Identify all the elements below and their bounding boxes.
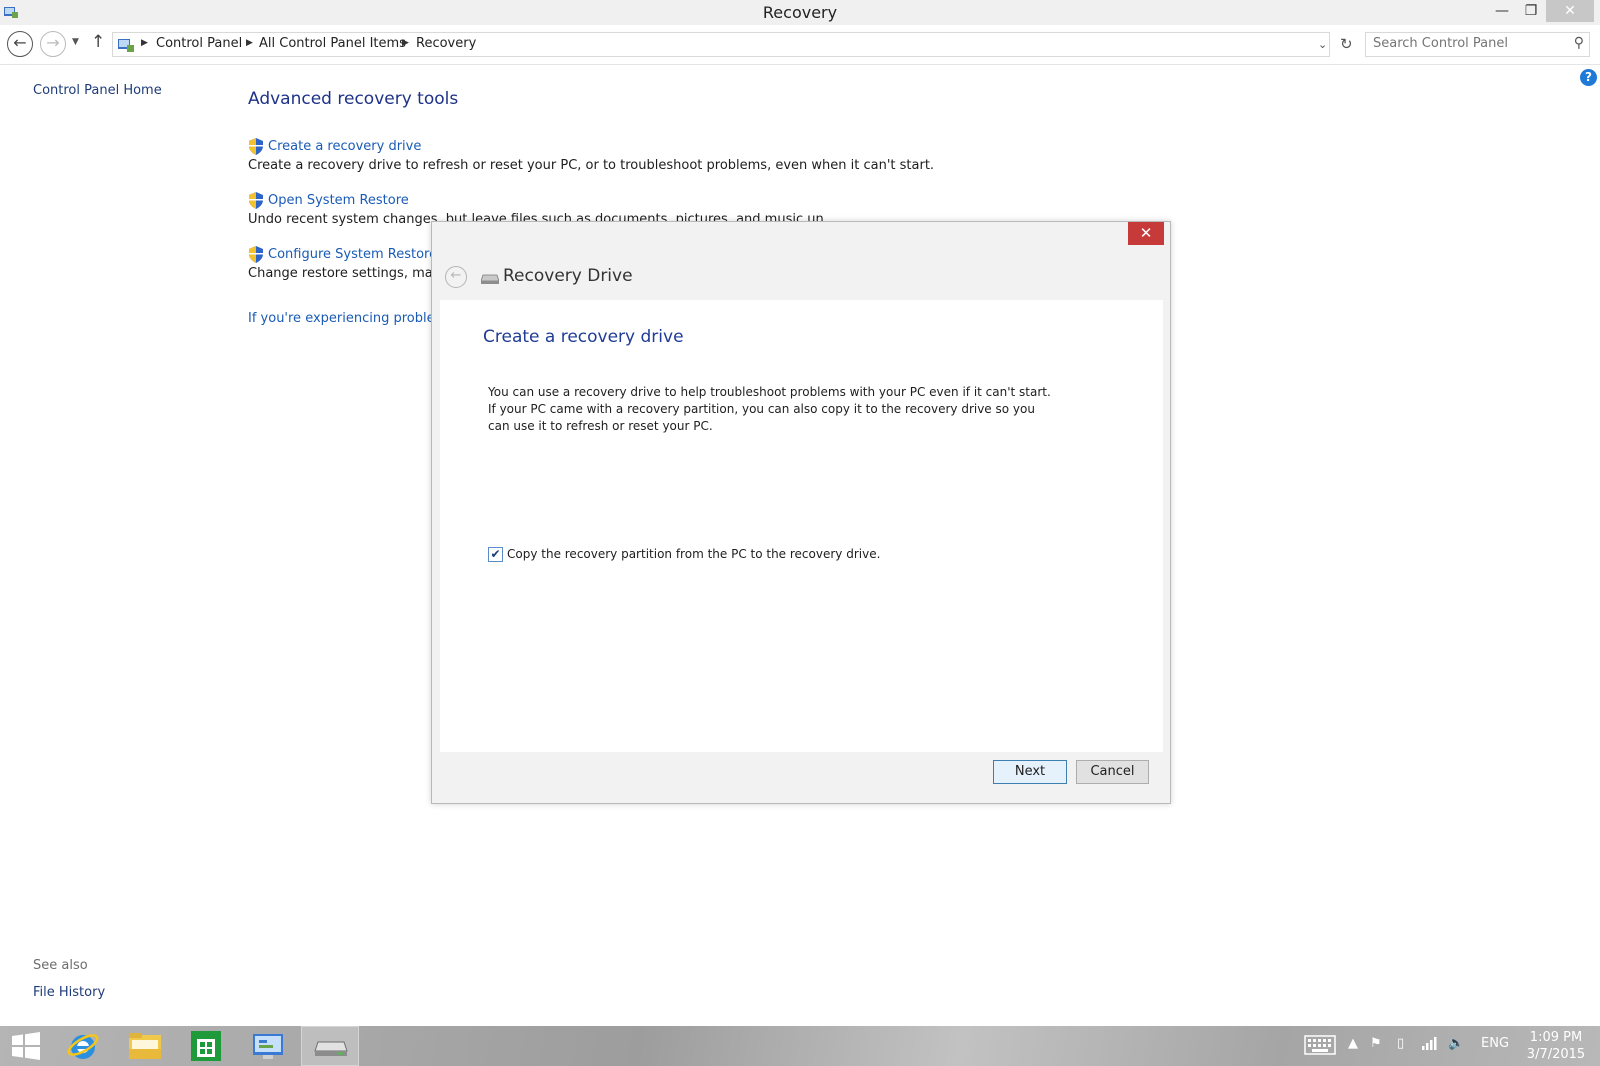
taskbar-control-panel[interactable]	[239, 1026, 297, 1066]
touch-keyboard-icon[interactable]	[1304, 1035, 1336, 1059]
store-icon	[191, 1031, 221, 1061]
control-panel-home-link[interactable]: Control Panel Home	[33, 83, 162, 98]
power-battery-icon[interactable]: ▯	[1397, 1036, 1404, 1051]
open-system-restore-link[interactable]: Open System Restore	[268, 193, 409, 208]
breadcrumb-chevron-icon: ▶	[141, 38, 148, 48]
volume-icon[interactable]: 🔈	[1448, 1036, 1464, 1051]
breadcrumb-chevron-icon: ▶	[402, 38, 409, 48]
windows-logo-icon	[12, 1032, 40, 1060]
recovery-drive-dialog: ✕ ← Recovery Drive Create a recovery dri…	[431, 221, 1171, 804]
clock-date: 3/7/2015	[1526, 1047, 1586, 1062]
network-signal-icon[interactable]	[1421, 1036, 1437, 1054]
address-box[interactable]: ▶ Control Panel ▶ All Control Panel Item…	[112, 32, 1353, 57]
dialog-heading: Create a recovery drive	[483, 327, 684, 347]
search-input[interactable]	[1373, 36, 1563, 51]
uac-shield-icon	[249, 246, 263, 263]
control-panel-icon	[118, 39, 134, 52]
file-explorer-icon	[129, 1033, 161, 1059]
toolbar-divider	[0, 64, 1600, 65]
breadcrumb-recovery[interactable]: Recovery	[416, 36, 476, 51]
create-recovery-drive-link[interactable]: Create a recovery drive	[268, 139, 421, 154]
breadcrumb-control-panel[interactable]: Control Panel	[156, 36, 242, 51]
dialog-back-button[interactable]: ←	[445, 266, 467, 288]
cancel-button[interactable]: Cancel	[1076, 760, 1149, 784]
dialog-close-button[interactable]: ✕	[1128, 222, 1164, 245]
address-dropdown-icon[interactable]: ⌄	[1318, 38, 1327, 51]
recent-locations-dropdown[interactable]: ▼	[72, 37, 79, 47]
create-recovery-drive-description: Create a recovery drive to refresh or re…	[248, 158, 935, 173]
file-history-link[interactable]: File History	[33, 985, 105, 1000]
taskbar-store[interactable]	[177, 1026, 235, 1066]
maximize-button[interactable]: ❐	[1516, 0, 1546, 22]
clock-time: 1:09 PM	[1529, 1030, 1583, 1045]
start-button[interactable]	[0, 1026, 52, 1066]
dialog-content: Create a recovery drive You can use a re…	[440, 300, 1163, 752]
taskbar: ▲ ⚑ ▯ 🔈 ENG 1:09 PM 3/7/2015	[0, 1026, 1600, 1066]
taskbar-file-explorer[interactable]	[116, 1026, 174, 1066]
close-window-button[interactable]: ✕	[1546, 0, 1594, 22]
drive-icon	[314, 1041, 348, 1056]
uac-shield-icon	[249, 192, 263, 209]
back-button[interactable]: ←	[7, 31, 33, 57]
next-button[interactable]: Next	[993, 760, 1067, 784]
configure-system-restore-description: Change restore settings, manage disk spa…	[248, 266, 433, 281]
search-icon[interactable]: ⚲	[1574, 35, 1584, 51]
refresh-icon[interactable]: ↻	[1340, 35, 1353, 53]
breadcrumb-chevron-icon: ▶	[246, 38, 253, 48]
internet-explorer-icon	[67, 1034, 99, 1059]
see-also-label: See also	[33, 958, 88, 973]
troubleshoot-link[interactable]: If you're experiencing problems with you…	[248, 311, 433, 326]
search-box[interactable]: ⚲	[1365, 32, 1590, 57]
copy-partition-checkbox[interactable]: ✔	[488, 547, 503, 562]
window-titlebar: Recovery — ❐ ✕	[0, 0, 1600, 25]
uac-shield-icon	[249, 138, 263, 155]
forward-button[interactable]: →	[40, 31, 66, 57]
navigation-bar: ← → ▼ ↑ ▶ Control Panel ▶ All Control Pa…	[0, 27, 1600, 61]
help-icon[interactable]: ?	[1580, 69, 1597, 86]
page-heading: Advanced recovery tools	[248, 89, 459, 109]
breadcrumb-all-items[interactable]: All Control Panel Items	[259, 36, 406, 51]
up-button[interactable]: ↑	[91, 32, 105, 52]
drive-icon	[481, 274, 499, 284]
control-panel-icon	[253, 1034, 283, 1059]
dialog-title: Recovery Drive	[503, 266, 633, 286]
taskbar-internet-explorer[interactable]	[54, 1026, 112, 1066]
window-title: Recovery	[762, 3, 838, 22]
input-language-indicator[interactable]: ENG	[1481, 1036, 1509, 1051]
action-center-flag-icon[interactable]: ⚑	[1370, 1036, 1382, 1051]
configure-system-restore-link[interactable]: Configure System Restore	[268, 247, 437, 262]
copy-partition-label[interactable]: Copy the recovery partition from the PC …	[507, 547, 880, 561]
dialog-description: You can use a recovery drive to help tro…	[488, 385, 1051, 433]
taskbar-clock[interactable]: 1:09 PM 3/7/2015	[1520, 1029, 1592, 1063]
minimize-button[interactable]: —	[1487, 0, 1517, 22]
show-hidden-icons-icon[interactable]: ▲	[1348, 1036, 1358, 1051]
taskbar-recovery-drive[interactable]	[301, 1026, 359, 1066]
